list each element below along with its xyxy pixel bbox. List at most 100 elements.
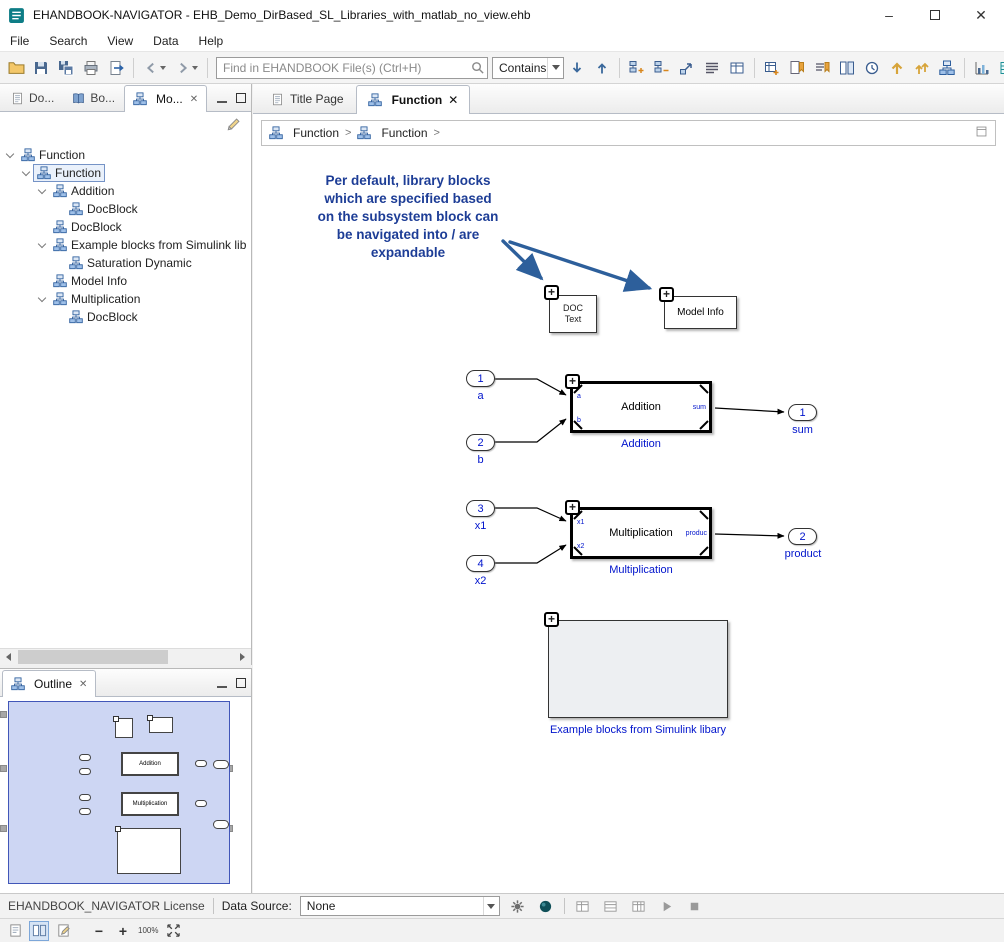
table-view-button[interactable]: [725, 56, 749, 80]
export-report-button[interactable]: [104, 56, 128, 80]
page-layout-view-button[interactable]: [53, 921, 73, 941]
find-input[interactable]: [216, 57, 488, 79]
link-with-editor-button[interactable]: [675, 56, 699, 80]
contains-select[interactable]: Contains: [492, 57, 564, 79]
expand-badge[interactable]: +: [544, 612, 559, 627]
tree-item-example-blocks[interactable]: Example blocks from Simulink lib: [0, 236, 251, 254]
tree-item-addition[interactable]: Addition: [0, 182, 251, 200]
nav-back-button[interactable]: [139, 56, 170, 80]
tree-item-saturation-dynamic[interactable]: Saturation Dynamic: [0, 254, 251, 272]
close-button[interactable]: ✕: [958, 0, 1004, 30]
nav-forward-button[interactable]: [171, 56, 202, 80]
maximize-panel-button[interactable]: [236, 677, 246, 691]
promote-all-button[interactable]: [910, 56, 934, 80]
tab-function[interactable]: Function ✕: [356, 85, 471, 114]
print-button[interactable]: [79, 56, 103, 80]
scrollbar-thumb[interactable]: [18, 650, 168, 664]
output-port-1[interactable]: 1: [788, 404, 817, 421]
bookmark-list-button[interactable]: [810, 56, 834, 80]
start-measurement-button[interactable]: [657, 896, 677, 916]
menu-search[interactable]: Search: [39, 30, 97, 51]
tree-item-addition-docblock[interactable]: DocBlock: [0, 200, 251, 218]
experiment-button[interactable]: [629, 896, 649, 916]
add-bookmark-button[interactable]: [785, 56, 809, 80]
input-port-2[interactable]: 2: [466, 434, 495, 451]
expand-badge[interactable]: +: [544, 285, 559, 300]
save-button[interactable]: [29, 56, 53, 80]
expand-badge[interactable]: +: [659, 287, 674, 302]
maximize-button[interactable]: [912, 0, 958, 30]
tree-item-model-info[interactable]: Model Info: [0, 272, 251, 290]
calibration-table-button[interactable]: [995, 56, 1004, 80]
save-all-button[interactable]: [54, 56, 78, 80]
tab-documents[interactable]: Do...: [2, 84, 63, 111]
addition-block[interactable]: + Addition a b sum: [570, 381, 712, 433]
fit-to-view-button[interactable]: [163, 921, 183, 941]
model-info-block[interactable]: + Model Info: [664, 296, 737, 329]
model-tree-button[interactable]: [935, 56, 959, 80]
breadcrumb-corner-button[interactable]: [975, 125, 988, 141]
pencil-icon[interactable]: [226, 117, 241, 132]
tab-books[interactable]: Bo...: [63, 84, 124, 111]
close-tab-icon[interactable]: ✕: [79, 679, 87, 690]
find-previous-button[interactable]: [590, 56, 614, 80]
minimize-panel-button[interactable]: [217, 677, 227, 691]
tab-title-page[interactable]: Title Page: [259, 84, 356, 113]
menu-file[interactable]: File: [0, 30, 39, 51]
expand-badge[interactable]: +: [565, 500, 580, 515]
zoom-reset-button[interactable]: 100%: [137, 921, 159, 941]
add-label-button[interactable]: [760, 56, 784, 80]
data-source-select[interactable]: None: [300, 896, 500, 916]
data-source-status-button[interactable]: [536, 896, 556, 916]
input-port-1[interactable]: 1: [466, 370, 495, 387]
tree-item-function[interactable]: Function: [0, 164, 251, 182]
maximize-panel-button[interactable]: [236, 92, 246, 106]
expand-badge[interactable]: +: [565, 374, 580, 389]
find-next-button[interactable]: [565, 56, 589, 80]
expand-chevron-icon[interactable]: [36, 185, 48, 197]
menu-view[interactable]: View: [97, 30, 143, 51]
horizontal-scrollbar[interactable]: [0, 648, 251, 665]
compare-button[interactable]: [835, 56, 859, 80]
tab-model[interactable]: Mo... ✕: [124, 85, 207, 112]
model-canvas[interactable]: Per default, library blocks which are sp…: [253, 148, 1004, 893]
forward-dropdown-caret[interactable]: [192, 66, 198, 70]
expand-chevron-icon[interactable]: [36, 239, 48, 251]
back-dropdown-caret[interactable]: [160, 66, 166, 70]
breadcrumb-item-function-root[interactable]: Function: [293, 126, 339, 140]
expand-chevron-icon[interactable]: [20, 167, 32, 179]
expand-chevron-icon[interactable]: [36, 293, 48, 305]
collapse-substructure-button[interactable]: [650, 56, 674, 80]
minimize-panel-button[interactable]: [217, 92, 227, 106]
promote-button[interactable]: [885, 56, 909, 80]
measurement-chart-button[interactable]: [970, 56, 994, 80]
example-blocks-block[interactable]: +: [548, 620, 728, 718]
stop-measurement-button[interactable]: [685, 896, 705, 916]
measurement-config-button[interactable]: [573, 896, 593, 916]
tab-outline[interactable]: Outline ✕: [2, 670, 96, 697]
settings-button[interactable]: [508, 896, 528, 916]
input-port-3[interactable]: 3: [466, 500, 495, 517]
contains-dropdown-caret[interactable]: [547, 58, 563, 78]
breadcrumb-item-function[interactable]: Function: [381, 126, 427, 140]
outline-viewport[interactable]: Addition Multiplication: [8, 701, 230, 884]
measurement-window-button[interactable]: [601, 896, 621, 916]
tree-item-multiplication-docblock[interactable]: DocBlock: [0, 308, 251, 326]
menu-data[interactable]: Data: [143, 30, 188, 51]
menu-help[interactable]: Help: [189, 30, 234, 51]
multiplication-block[interactable]: + Multiplication x1 x2 produc: [570, 507, 712, 559]
tree-item-function-root[interactable]: Function: [0, 146, 251, 164]
zoom-out-button[interactable]: −: [89, 921, 109, 941]
scroll-left-button[interactable]: [0, 649, 17, 665]
expand-chevron-icon[interactable]: [4, 149, 16, 161]
expand-substructure-button[interactable]: [625, 56, 649, 80]
close-tab-icon[interactable]: ✕: [190, 94, 198, 105]
scroll-right-button[interactable]: [234, 649, 251, 665]
list-view-button[interactable]: [700, 56, 724, 80]
doc-text-block[interactable]: + DOC Text: [549, 295, 597, 333]
open-file-button[interactable]: [4, 56, 28, 80]
tree-item-docblock[interactable]: DocBlock: [0, 218, 251, 236]
minimize-button[interactable]: –: [866, 0, 912, 30]
side-by-side-view-button[interactable]: [29, 921, 49, 941]
output-port-2[interactable]: 2: [788, 528, 817, 545]
